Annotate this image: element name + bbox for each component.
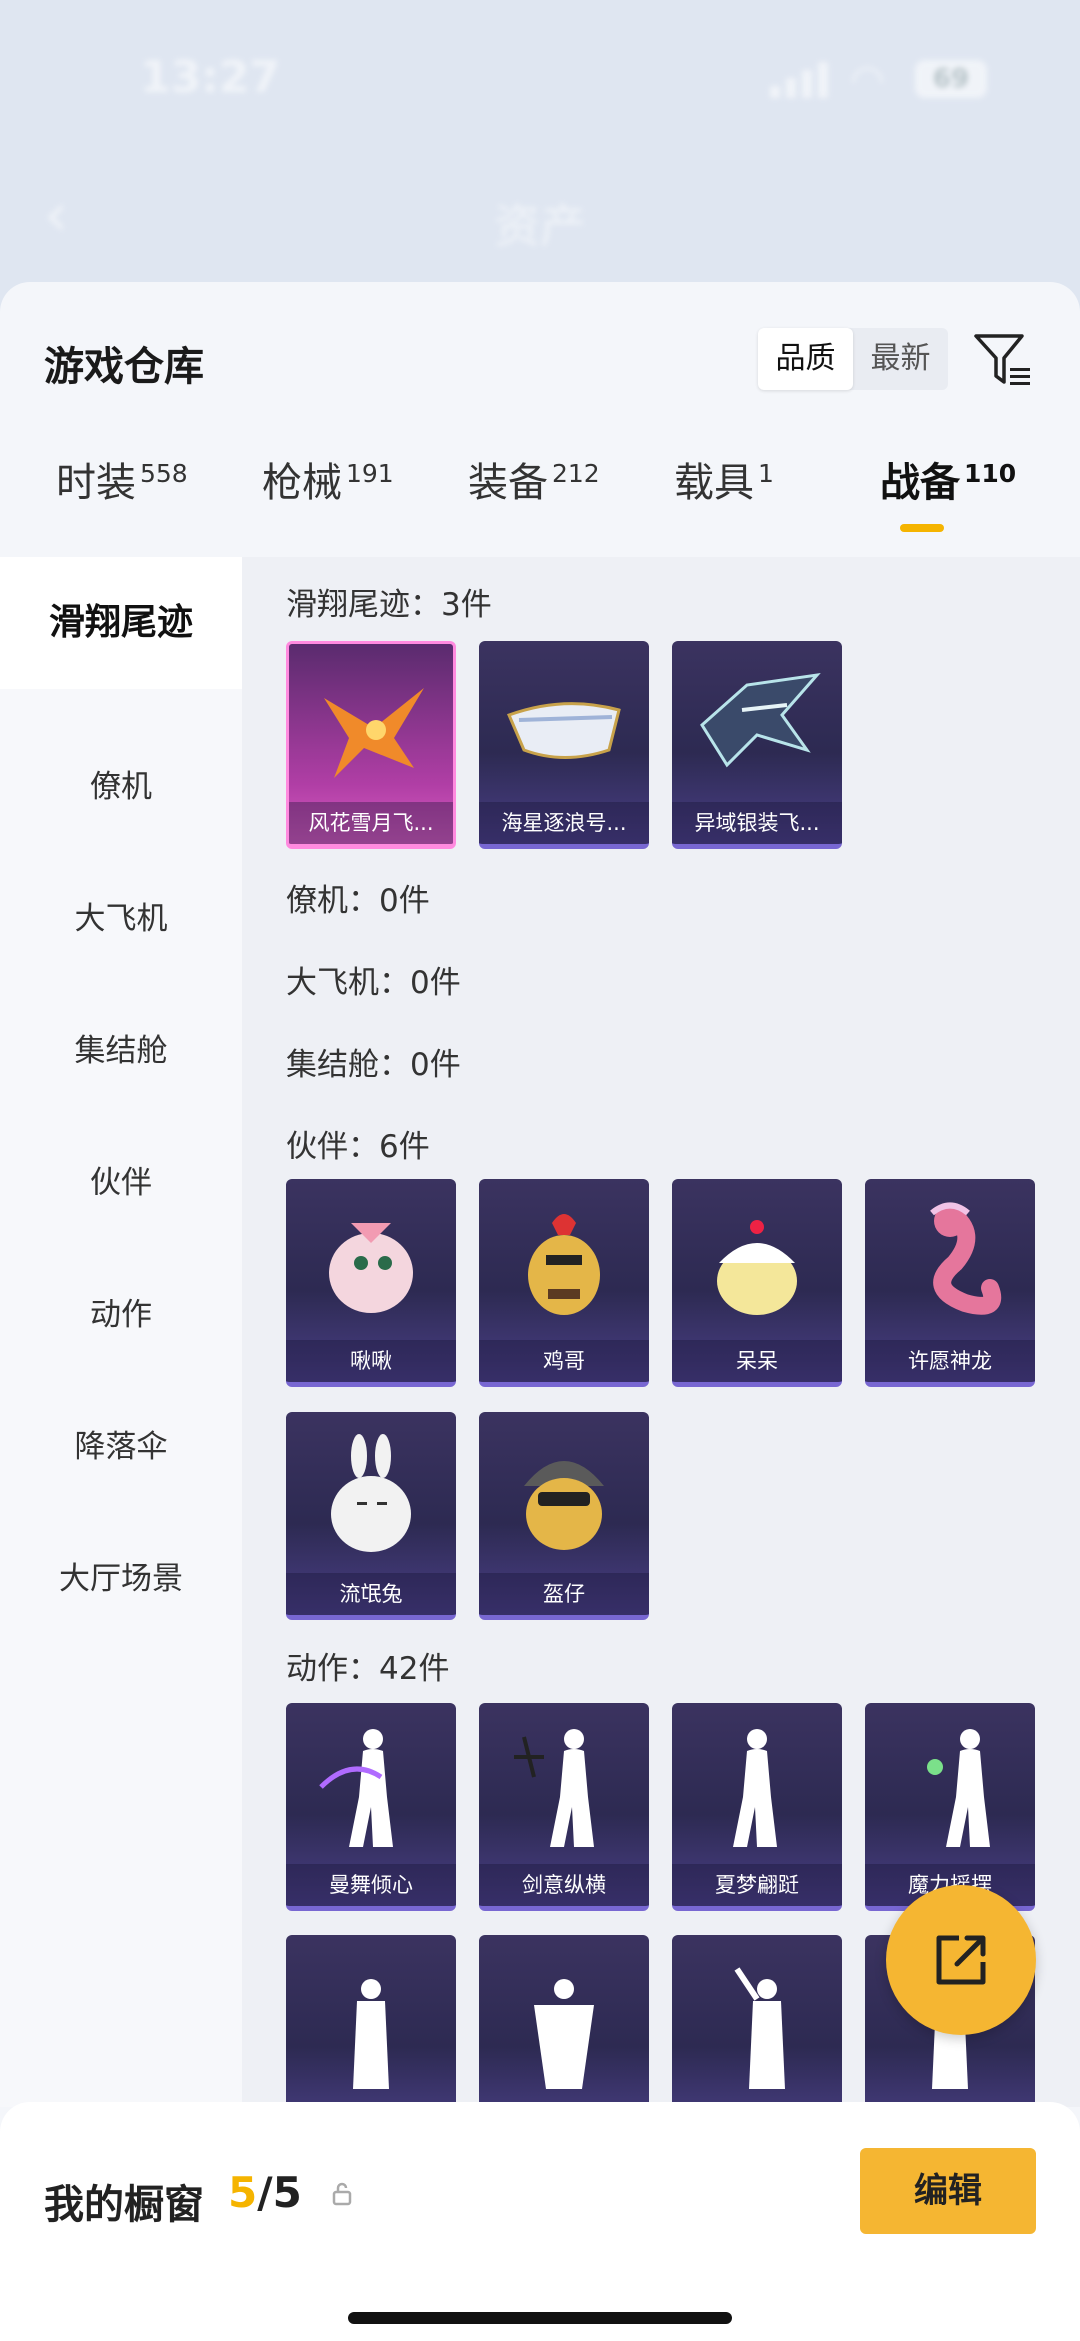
item-label: 异域银装飞... [672, 802, 842, 844]
dancer-icon [319, 1729, 393, 1847]
showcase-bar: 我的橱窗 5/5 编辑 [0, 2102, 1080, 2341]
sidebar-item-plane[interactable]: 大飞机 [0, 897, 242, 941]
tab-vehicles[interactable]: 载具 1 [674, 450, 774, 508]
home-indicator [348, 2312, 732, 2324]
sidebar-item-pod[interactable]: 集结舱 [0, 1029, 242, 1073]
item-card[interactable]: 异域银装飞... [672, 641, 842, 849]
edit-button[interactable]: 编辑 [860, 2148, 1036, 2234]
silver-wing-icon [700, 672, 821, 768]
item-card[interactable]: 呆呆 [672, 1179, 842, 1387]
tab-guns[interactable]: 枪械 191 [262, 450, 394, 508]
item-card[interactable]: 鸡哥 [479, 1179, 649, 1387]
content-area: 滑翔尾迹 僚机 大飞机 集结舱 伙伴 动作 降落伞 大厅场景 滑翔尾迹：3件 风… [0, 557, 1080, 2143]
lock-icon [332, 2182, 352, 2206]
item-label: 夏梦翩跹 [672, 1864, 842, 1906]
sort-quality-button[interactable]: 品质 [758, 328, 853, 390]
item-card[interactable]: 夏梦翩跹 [672, 1703, 842, 1911]
tab-equipment[interactable]: 装备 212 [468, 450, 600, 508]
item-label: 曼舞倾心 [286, 1864, 456, 1906]
status-time: 13:27 [140, 52, 281, 103]
battery-icon: 69 [915, 60, 987, 98]
item-label: 剑意纵横 [479, 1864, 649, 1906]
item-card[interactable]: 流氓兔 [286, 1412, 456, 1620]
item-card[interactable]: 风花雪月飞... [286, 641, 456, 849]
section-title: 滑翔尾迹：3件 [286, 587, 492, 623]
nav-title: 资产 [494, 199, 586, 253]
page-title: 游戏仓库 [44, 344, 204, 390]
item-label: 海星逐浪号... [479, 802, 649, 844]
dancer-icon [733, 1729, 777, 1847]
section-title: 僚机：0件 [286, 883, 430, 919]
helmet-chick-icon [524, 1461, 604, 1550]
sidebar-item-partner[interactable]: 伙伴 [0, 1161, 242, 1205]
signal-icon [770, 62, 830, 98]
external-link-icon [936, 1935, 986, 1985]
item-card[interactable]: 曼舞倾心 [286, 1703, 456, 1911]
dancer-icon [514, 1729, 594, 1847]
dancer-icon [534, 1979, 594, 2089]
item-label: 风花雪月飞... [289, 802, 453, 844]
filter-icon[interactable] [972, 328, 1034, 390]
item-label: 流氓兔 [286, 1573, 456, 1615]
sidebar-item-lobby[interactable]: 大厅场景 [0, 1557, 242, 1601]
section-title: 动作：42件 [286, 1651, 450, 1687]
item-card[interactable]: 许愿神龙 [865, 1179, 1035, 1387]
item-card[interactable]: 剑意纵横 [479, 1703, 649, 1911]
status-bar: 13:27 ◠ 69 [0, 0, 1080, 120]
phoenix-icon [324, 688, 424, 778]
chicken-icon [528, 1214, 600, 1315]
item-card[interactable]: 盔仔 [479, 1412, 649, 1620]
item-label: 鸡哥 [479, 1340, 649, 1382]
wifi-icon: ◠ [850, 57, 885, 103]
nav-bar: ‹ 资产 [0, 120, 1080, 285]
item-card[interactable]: 啾啾 [286, 1179, 456, 1387]
dancer-icon [927, 1729, 990, 1847]
dancer-icon [734, 1967, 785, 2089]
tab-combat-prep[interactable]: 战备 110 [880, 450, 1016, 532]
sidebar-item-wingman[interactable]: 僚机 [0, 765, 242, 809]
tab-fashion[interactable]: 时装 558 [56, 450, 188, 508]
showcase-count: 5/5 [228, 2168, 302, 2217]
chick-icon [717, 1220, 797, 1315]
sidebar: 滑翔尾迹 僚机 大飞机 集结舱 伙伴 动作 降落伞 大厅场景 [0, 557, 242, 2107]
bird-pink-icon [329, 1223, 413, 1313]
sidebar-item-parachute[interactable]: 降落伞 [0, 1425, 242, 1469]
section-title: 集结舱：0件 [286, 1047, 461, 1083]
rabbit-icon [331, 1434, 411, 1552]
boat-icon [506, 702, 621, 759]
item-label: 盔仔 [479, 1573, 649, 1615]
sidebar-item-glide-trail[interactable]: 滑翔尾迹 [0, 557, 242, 689]
item-label: 呆呆 [672, 1340, 842, 1382]
sidebar-item-action[interactable]: 动作 [0, 1293, 242, 1337]
item-label: 啾啾 [286, 1340, 456, 1382]
category-tabs: 时装 558 枪械 191 装备 212 载具 1 战备 110 [0, 412, 1080, 552]
dragon-icon [930, 1202, 1002, 1315]
section-title: 伙伴：6件 [286, 1129, 430, 1165]
sort-latest-button[interactable]: 最新 [853, 328, 948, 390]
item-card[interactable]: 海星逐浪号... [479, 641, 649, 849]
item-card[interactable]: 魔力摇摆 [865, 1703, 1035, 1911]
showcase-label: 我的橱窗 [44, 2182, 204, 2228]
item-list: 滑翔尾迹：3件 风花雪月飞... 海星逐浪号... 异域银装飞... 僚机：0件… [242, 557, 1080, 2143]
dancer-icon [353, 1979, 389, 2089]
share-button[interactable] [886, 1885, 1036, 2035]
warehouse-sheet: 游戏仓库 品质 最新 时装 558 枪械 191 装备 212 载具 1 战备 110 滑… [0, 282, 1080, 2341]
item-label: 许愿神龙 [865, 1340, 1035, 1382]
sort-toggle: 品质 最新 [758, 328, 948, 390]
section-title: 大飞机：0件 [286, 965, 461, 1001]
